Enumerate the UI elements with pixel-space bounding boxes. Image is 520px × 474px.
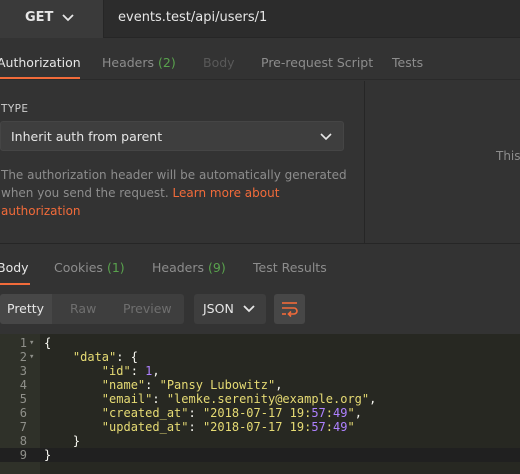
- tab-response-headers[interactable]: Headers (9): [152, 260, 226, 275]
- code-line: 2 ▾ "data": {: [0, 350, 520, 364]
- line-number: 7: [19, 420, 27, 434]
- tab-headers[interactable]: Headers (2): [102, 55, 176, 70]
- tab-label: Tests: [392, 55, 424, 70]
- chevron-down-icon: [243, 305, 255, 313]
- method-select[interactable]: GET: [0, 0, 104, 38]
- code-text: "name": "Pansy Lubowitz",: [101, 378, 283, 392]
- chevron-down-icon: [62, 14, 74, 22]
- view-mode-group: Pretty Raw Preview: [0, 294, 184, 324]
- code-line: 1 ▾ {: [0, 336, 520, 350]
- line-number: 1: [19, 336, 27, 350]
- line-number: 5: [19, 392, 27, 406]
- auth-type-value: Inherit auth from parent: [11, 129, 163, 144]
- code-text: "data": {: [72, 350, 138, 364]
- url-input[interactable]: events.test/api/users/1: [118, 10, 267, 25]
- format-value: JSON: [203, 301, 234, 316]
- tab-label: Body: [0, 260, 29, 275]
- line-number: 2: [19, 350, 27, 364]
- line-number: 8: [19, 434, 27, 448]
- code-text: "id": 1,: [101, 364, 160, 378]
- tab-label: Pre-request Script: [261, 55, 374, 70]
- code-line: 4 "name": "Pansy Lubowitz",: [0, 378, 520, 392]
- preview-button[interactable]: Preview: [123, 301, 172, 316]
- wrap-lines-icon: [282, 302, 298, 318]
- tab-label: Test Results: [253, 260, 327, 275]
- code-text: }: [44, 448, 52, 462]
- pretty-button[interactable]: Pretty: [7, 301, 44, 316]
- auth-type-label: TYPE: [1, 103, 29, 115]
- response-body-editor[interactable]: 1 ▾ { 2 ▾ "data": { 3 "id": 1, 4 "name":…: [0, 334, 520, 474]
- auth-description-line1: The authorization header will be automat…: [1, 168, 347, 182]
- active-tab-indicator: [0, 77, 80, 79]
- method-label: GET: [25, 10, 54, 25]
- active-tab-indicator: [0, 283, 30, 285]
- line-number: 4: [19, 378, 27, 392]
- auth-description: The authorization header will be automat…: [1, 166, 351, 220]
- code-line: 7 "updated_at": "2018-07-17 19:57:49": [0, 420, 520, 434]
- request-tabs: Authorization Headers (2) Body Pre-reque…: [0, 38, 520, 80]
- tab-test-results[interactable]: Test Results: [253, 260, 327, 275]
- code-text: {: [44, 336, 52, 350]
- line-number: 3: [19, 364, 27, 378]
- auth-type-select[interactable]: Inherit auth from parent: [0, 121, 344, 151]
- response-toolbar: Pretty Raw Preview JSON: [0, 286, 520, 334]
- tab-count: (2): [158, 55, 176, 70]
- tab-response-body[interactable]: Body: [0, 260, 29, 275]
- code-line: 3 "id": 1,: [0, 364, 520, 378]
- code-line: 6 "created_at": "2018-07-17 19:57:49",: [0, 406, 520, 420]
- tab-tests[interactable]: Tests: [392, 55, 423, 70]
- format-select[interactable]: JSON: [194, 294, 266, 324]
- tab-body: Body: [203, 55, 235, 70]
- code-text: "email": "lemke.serenity@example.org",: [101, 392, 377, 406]
- tab-authorization[interactable]: Authorization: [0, 55, 81, 70]
- tab-count: (1): [106, 260, 125, 275]
- code-line: 5 "email": "lemke.serenity@example.org",: [0, 392, 520, 406]
- fold-arrow-icon[interactable]: ▾: [29, 336, 34, 350]
- raw-button[interactable]: Raw: [70, 301, 96, 316]
- wrap-lines-button[interactable]: [274, 294, 305, 324]
- fold-arrow-icon[interactable]: ▾: [29, 350, 34, 364]
- line-number: 6: [19, 406, 27, 420]
- code-text: }: [44, 434, 81, 448]
- tab-pre-request-script[interactable]: Pre-request Script: [261, 55, 373, 70]
- tab-cookies[interactable]: Cookies (1): [54, 260, 125, 275]
- code-line: 8 }: [0, 434, 520, 448]
- chevron-down-icon: [320, 133, 332, 141]
- tab-label: Authorization: [0, 55, 81, 70]
- code-text: "created_at": "2018-07-17 19:57:49",: [101, 406, 362, 420]
- auth-description-line2: when you send the request.: [1, 186, 169, 200]
- line-number: 9: [19, 448, 27, 462]
- help-text: This: [496, 149, 520, 163]
- code-text: "updated_at": "2018-07-17 19:57:49": [101, 420, 355, 434]
- tab-label: Headers: [152, 260, 205, 275]
- code-line-current: 9 }: [0, 448, 520, 462]
- tab-count: (9): [208, 260, 226, 275]
- response-tabs: Body Cookies (1) Headers (9) Test Result…: [0, 243, 520, 285]
- tab-label: Cookies: [54, 260, 103, 275]
- tab-label: Headers: [102, 55, 155, 70]
- request-bar: GET events.test/api/users/1: [0, 0, 520, 38]
- tab-label: Body: [203, 55, 235, 70]
